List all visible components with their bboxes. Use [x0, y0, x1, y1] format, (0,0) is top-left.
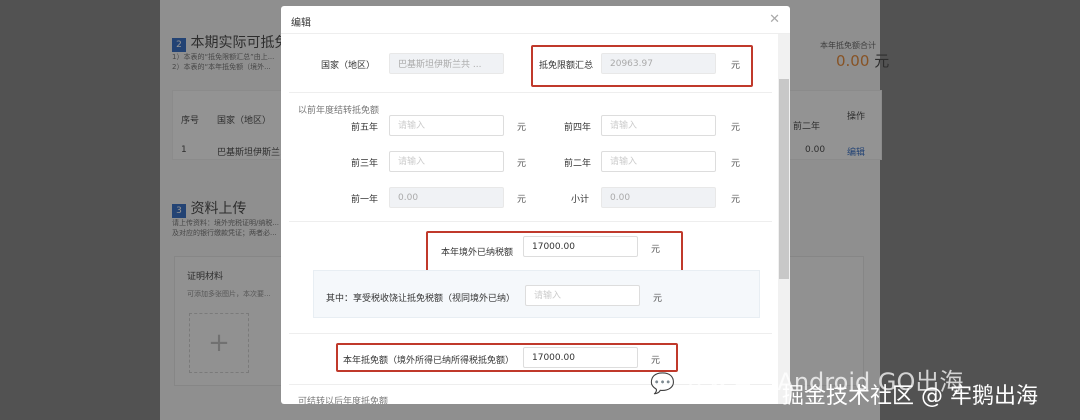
modal-title: 编辑 — [281, 6, 790, 34]
year-1-field[interactable] — [389, 187, 504, 208]
divider — [289, 92, 772, 93]
unit-label: 元 — [517, 195, 527, 205]
unit-label: 元 — [651, 245, 661, 255]
modal-scrollbar[interactable] — [778, 34, 790, 404]
unit-label: 元 — [517, 159, 527, 169]
divider — [289, 221, 772, 222]
edit-modal: 编辑 ✕ 国家（地区） 抵免限额汇总 元 以前年度结转抵免额 前五年 元 前四年… — [281, 6, 790, 404]
field-label: 前四年 — [564, 123, 592, 133]
unit-label: 元 — [517, 123, 527, 133]
year-2-input[interactable] — [601, 151, 716, 172]
tax-sparing-label: 其中：享受税收饶让抵免税额（视同境外已纳） — [326, 294, 516, 304]
unit-label: 元 — [731, 195, 741, 205]
carry-forward-label: 可结转以后年度抵免额 — [298, 397, 389, 404]
unit-label: 元 — [653, 294, 663, 304]
country-field[interactable] — [389, 53, 504, 74]
field-label: 小计 — [571, 195, 590, 205]
limit-total-label: 抵免限额汇总 — [539, 61, 594, 71]
limit-total-field[interactable] — [601, 53, 716, 74]
foreign-tax-paid-input[interactable] — [523, 236, 638, 257]
scrollbar-thumb[interactable] — [779, 79, 789, 279]
tax-sparing-input[interactable] — [525, 285, 640, 306]
close-icon[interactable]: ✕ — [769, 12, 780, 27]
field-label: 前一年 — [351, 195, 379, 205]
unit-label: 元 — [731, 61, 741, 71]
foreign-tax-paid-label: 本年境外已纳税额 — [441, 248, 514, 258]
divider — [289, 333, 772, 334]
credit-this-year-input[interactable] — [523, 347, 638, 368]
field-label: 前三年 — [351, 159, 379, 169]
credit-this-year-label: 本年抵免额（境外所得已纳所得税抵免额） — [343, 356, 515, 366]
unit-label: 元 — [731, 123, 741, 133]
field-label: 前五年 — [351, 123, 379, 133]
subtotal-field[interactable] — [601, 187, 716, 208]
country-label: 国家（地区） — [321, 61, 376, 71]
watermark-line-2: 掘金技术社区 @ 牢鹅出海 — [782, 384, 1038, 409]
carry-section-label: 以前年度结转抵免额 — [298, 106, 380, 116]
unit-label: 元 — [731, 159, 741, 169]
year-5-input[interactable] — [389, 115, 504, 136]
year-4-input[interactable] — [601, 115, 716, 136]
field-label: 前二年 — [564, 159, 592, 169]
year-3-input[interactable] — [389, 151, 504, 172]
wechat-icon: 💬 — [650, 371, 675, 395]
